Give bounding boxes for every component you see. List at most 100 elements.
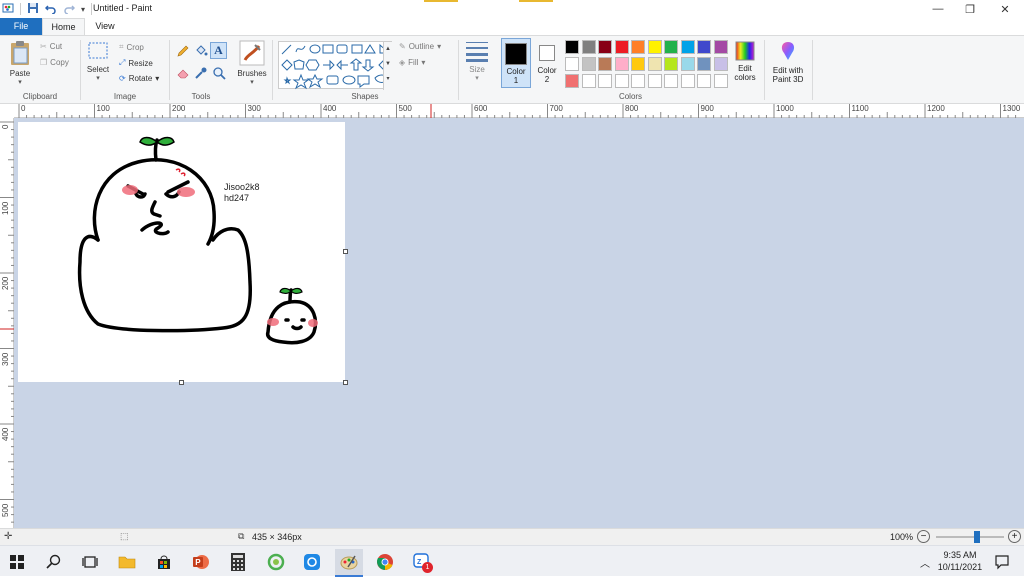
palette-swatch[interactable]: [697, 74, 711, 88]
palette-swatch[interactable]: [664, 74, 678, 88]
drawing-artwork: [77, 136, 318, 345]
rotate-label: Rotate: [128, 74, 153, 83]
palette-swatch[interactable]: [631, 40, 645, 54]
size-dropdown-icon: ▾: [475, 75, 479, 82]
palette-swatch[interactable]: [631, 74, 645, 88]
store-button[interactable]: [152, 550, 176, 574]
resize-handle-bottom[interactable]: [179, 380, 184, 385]
palette-swatch[interactable]: [647, 74, 662, 88]
palette-swatch[interactable]: [664, 40, 678, 54]
green-circle-app-icon: [267, 553, 285, 571]
paint-app-icon[interactable]: [2, 2, 14, 16]
file-explorer-button[interactable]: [115, 550, 139, 574]
palette-swatch[interactable]: [581, 40, 596, 54]
task-view-button[interactable]: [78, 550, 102, 574]
paste-dropdown-icon[interactable]: ▾: [6, 78, 34, 86]
palette-swatch[interactable]: [598, 40, 612, 54]
palette-swatch[interactable]: [713, 57, 728, 71]
outline-button[interactable]: ✎ Outline ▾: [399, 42, 441, 51]
ribbon: Paste ▾ ✂ Cut ❐ Copy Clipboard Select ▾ …: [0, 35, 1024, 104]
palette-swatch[interactable]: [565, 57, 579, 71]
cut-button[interactable]: ✂ Cut: [40, 42, 62, 51]
zoom-in-button[interactable]: +: [1008, 530, 1021, 543]
color-picker-icon[interactable]: [194, 66, 208, 82]
palette-swatch[interactable]: [647, 40, 662, 54]
select-button[interactable]: Select ▾: [85, 40, 111, 82]
start-button[interactable]: [5, 550, 29, 574]
shapes-gallery-scroll[interactable]: ▲ ▼ ▾: [383, 42, 392, 90]
palette-swatch[interactable]: [581, 74, 596, 88]
fill-bucket-icon[interactable]: [194, 44, 208, 60]
palette-swatch[interactable]: [598, 74, 612, 88]
drawing-canvas[interactable]: Jisoo2k8 hd247: [18, 122, 345, 382]
ruler-tick-label: 300: [247, 104, 261, 113]
customize-qat-icon[interactable]: ▾: [81, 5, 85, 14]
action-center-button[interactable]: [990, 550, 1014, 574]
palette-swatch[interactable]: [614, 74, 629, 88]
blue-app-button[interactable]: [300, 550, 324, 574]
palette-swatch[interactable]: [713, 40, 728, 54]
palette-swatch[interactable]: [614, 40, 629, 54]
palette-swatch[interactable]: [631, 57, 645, 71]
resize-handle-right[interactable]: [343, 249, 348, 254]
paint-taskbar-button[interactable]: [335, 549, 363, 575]
canvas-text[interactable]: Jisoo2k8 hd247: [224, 182, 260, 204]
fill-button[interactable]: ◈ Fill ▾: [399, 58, 425, 67]
search-button[interactable]: [42, 550, 66, 574]
crop-button[interactable]: ⌗ Crop: [119, 42, 144, 52]
color1-button[interactable]: Color 1: [501, 38, 531, 88]
palette-swatch[interactable]: [598, 57, 612, 71]
undo-icon[interactable]: [44, 2, 57, 16]
brushes-dropdown-icon[interactable]: ▾: [234, 78, 270, 86]
palette-swatch[interactable]: [664, 57, 678, 71]
save-icon[interactable]: [27, 2, 39, 16]
magnifier-icon[interactable]: [212, 66, 226, 82]
tab-home[interactable]: Home: [42, 18, 85, 35]
tab-file[interactable]: File: [0, 18, 42, 35]
resize-button[interactable]: ⤢ Resize: [119, 58, 153, 68]
size-button[interactable]: Size ▾: [462, 40, 492, 82]
green-app-button[interactable]: [264, 550, 288, 574]
color2-button[interactable]: Color 2: [534, 38, 560, 88]
edit-with-paint3d-button[interactable]: Edit with Paint 3D: [766, 40, 810, 84]
zalo-button[interactable]: Z 1: [410, 550, 434, 574]
windows-taskbar: P Z 1 ︿ 9:35 AM 10/11/2021: [0, 545, 1024, 577]
text-tool-icon[interactable]: A: [210, 42, 227, 59]
minimize-button[interactable]: —: [920, 0, 956, 18]
zoom-slider-thumb[interactable]: [973, 531, 980, 543]
eraser-icon[interactable]: [176, 66, 190, 82]
copy-button[interactable]: ❐ Copy: [40, 58, 69, 67]
palette-swatch[interactable]: [680, 40, 695, 54]
restore-button[interactable]: ❐: [952, 0, 988, 18]
close-button[interactable]: ✕: [987, 0, 1023, 18]
pencil-icon[interactable]: [176, 44, 190, 60]
paste-button[interactable]: Paste ▾: [6, 40, 34, 86]
resize-handle-corner[interactable]: [343, 380, 348, 385]
palette-swatch[interactable]: [697, 57, 711, 71]
palette-swatch[interactable]: [697, 40, 711, 54]
clock[interactable]: 9:35 AM 10/11/2021: [937, 549, 983, 573]
tab-view[interactable]: View: [85, 18, 125, 35]
edit-colors-button[interactable]: Edit colors: [730, 40, 760, 82]
palette-swatch[interactable]: [614, 57, 629, 71]
ruler-tick-label: 100: [96, 104, 110, 113]
palette-swatch[interactable]: [581, 57, 596, 71]
rotate-button[interactable]: ⟳ Rotate ▾: [119, 74, 159, 83]
palette-swatch[interactable]: [647, 57, 662, 71]
palette-swatch[interactable]: [680, 57, 695, 71]
palette-swatch[interactable]: [565, 40, 579, 54]
chrome-button[interactable]: [373, 550, 397, 574]
show-hidden-icons-button[interactable]: ︿: [920, 555, 930, 570]
palette-swatch[interactable]: [713, 74, 728, 88]
redo-icon[interactable]: [63, 2, 76, 16]
select-dropdown-icon[interactable]: ▾: [85, 74, 111, 82]
powerpoint-button[interactable]: P: [189, 550, 213, 574]
svg-text:P: P: [195, 558, 201, 567]
calculator-button[interactable]: [226, 550, 250, 574]
brushes-button[interactable]: Brushes ▾: [234, 40, 270, 86]
palette-swatch[interactable]: [565, 74, 579, 88]
zoom-slider-track[interactable]: [936, 536, 1004, 538]
zoom-out-button[interactable]: −: [917, 530, 930, 543]
palette-swatch[interactable]: [680, 74, 695, 88]
vertical-ruler-ticks: [0, 121, 14, 523]
